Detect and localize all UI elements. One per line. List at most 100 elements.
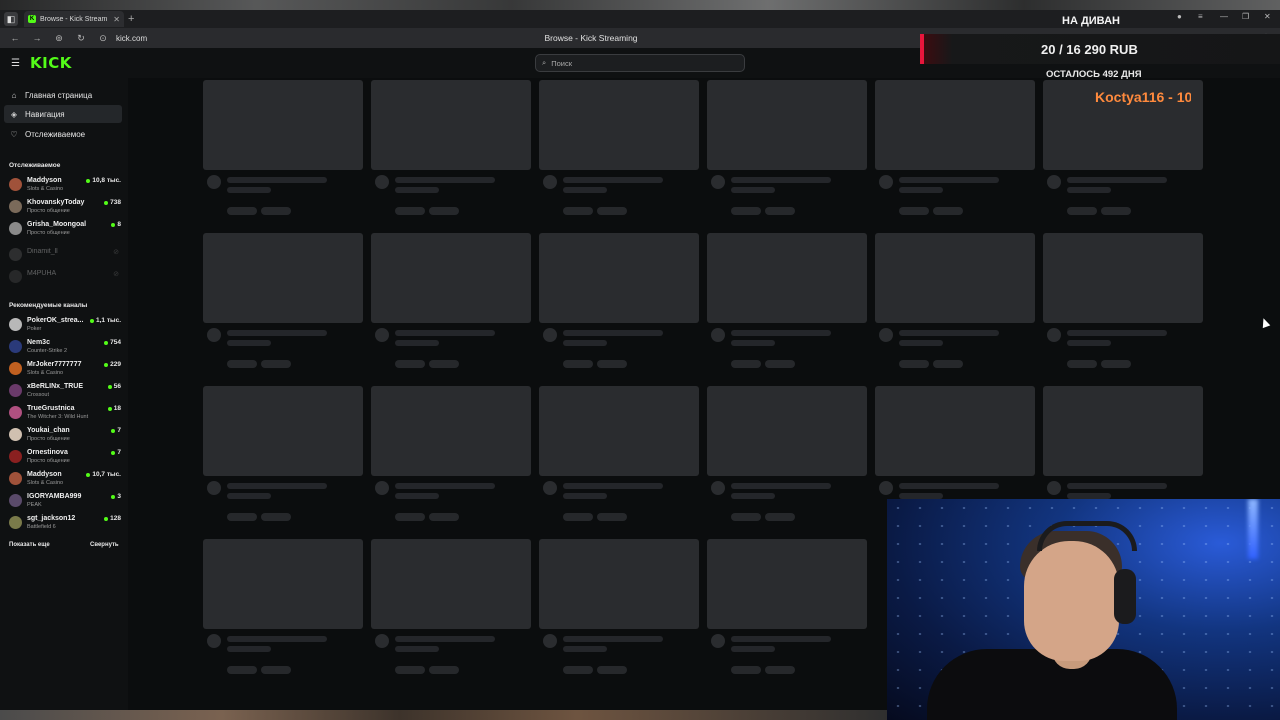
tag-placeholder [731,360,761,368]
avatar-placeholder [207,328,221,342]
avatar [9,222,22,235]
stream-thumbnail-placeholder[interactable] [371,386,531,476]
viewer-count: 10,8 тыс. [86,177,121,184]
kick-logo[interactable]: KICK [30,54,72,72]
recommended-channel[interactable]: IGORYAMBA999 PEAK 3 [9,492,121,514]
recommended-channel[interactable]: PokerOK_strea... Poker 1,1 тыс. [9,316,121,338]
followed-channel-offline[interactable]: Dinamit_ll ⊘ [9,246,121,268]
stream-thumbnail-placeholder[interactable] [1043,386,1203,476]
avatar-placeholder [207,634,221,648]
viewer-count: 7 [111,427,121,434]
channel-name: sgt_jackson12 [27,515,76,522]
tag-placeholder [429,513,459,521]
minimize-icon[interactable]: — [1220,12,1228,21]
nav-item-browse[interactable]: ◈ Навигация [4,105,122,123]
channel-name: Youkai_chan [27,427,70,434]
recommended-heading: Рекомендуемые каналы [9,302,88,309]
recommended-channel[interactable]: Ornestinova Просто общение 7 [9,448,121,470]
followed-channel[interactable]: Maddyson Slots & Casino 10,8 тыс. [9,176,121,198]
window-close-icon[interactable]: ✕ [1264,12,1271,21]
browser-tab[interactable]: K Browse - Kick Stream ✕ [24,11,124,27]
browser-menu-dots-icon[interactable]: ≡ [1198,12,1203,21]
recommended-channel[interactable]: sgt_jackson12 Battlefield 6 128 [9,514,121,536]
kick-favicon-icon: K [28,15,36,23]
live-dot [104,200,109,205]
subtitle-placeholder [899,187,943,193]
recommended-channel[interactable]: Maddyson Slots & Casino 10,7 тыс. [9,470,121,492]
stream-thumbnail-placeholder[interactable] [1043,233,1203,323]
collapse-link[interactable]: Свернуть [90,542,119,548]
streamer-face [1024,541,1119,661]
stream-thumbnail-placeholder[interactable] [203,539,363,629]
viewer-count-value: 1,1 тыс. [96,317,121,324]
avatar [9,406,22,419]
stream-thumbnail-placeholder[interactable] [875,386,1035,476]
stream-thumbnail-placeholder[interactable] [875,80,1035,170]
stream-thumbnail-placeholder[interactable] [707,233,867,323]
stream-thumbnail-placeholder[interactable] [539,386,699,476]
subtitle-placeholder [227,340,271,346]
stream-thumbnail-placeholder[interactable] [371,233,531,323]
avatar-placeholder [711,634,725,648]
followed-channel[interactable]: Grisha_Moongoal Просто общение 8 [9,220,121,242]
avatar-placeholder [711,328,725,342]
channel-category: Battlefield 6 [27,524,56,530]
tag-placeholder [597,207,627,215]
recommended-channel[interactable]: TrueGrustnica The Witcher 3: Wild Hunt 1… [9,404,121,426]
search-input[interactable]: ⌕ Поиск [535,54,745,72]
title-placeholder [731,636,831,642]
viewer-count: 8 [111,221,121,228]
stream-thumbnail-placeholder[interactable] [539,539,699,629]
stream-thumbnail-placeholder[interactable] [707,80,867,170]
channel-name: KhovanskyToday [27,199,85,206]
tag-placeholder [731,666,761,674]
title-placeholder [395,636,495,642]
stream-thumbnail-placeholder[interactable] [707,386,867,476]
show-more-link[interactable]: Показать еще [9,542,50,548]
avatar-placeholder [879,481,893,495]
tag-placeholder [261,360,291,368]
avatar [9,248,22,261]
stream-thumbnail-placeholder[interactable] [539,80,699,170]
followed-channel-offline[interactable]: M4PUHA ⊘ [9,268,121,290]
recommended-channel[interactable]: Youkai_chan Просто общение 7 [9,426,121,448]
live-dot [107,406,112,411]
recommended-channel[interactable]: Nem3c Counter-Strike 2 754 [9,338,121,360]
avatar-placeholder [543,481,557,495]
avatar [9,178,22,191]
viewer-count-value: 7 [117,449,121,456]
browser-menu-icon[interactable]: ◧ [4,12,18,26]
tag-placeholder [597,360,627,368]
stream-thumbnail-placeholder[interactable] [539,233,699,323]
stream-thumbnail-placeholder[interactable] [371,80,531,170]
tag-placeholder [261,207,291,215]
subtitle-placeholder [227,646,271,652]
nav-item-following[interactable]: ♡ Отслеживаемое [4,125,122,143]
profile-icon[interactable]: ● [1177,12,1182,21]
search-icon: ⌕ [542,58,547,67]
stream-thumbnail-placeholder[interactable] [203,233,363,323]
followed-channel[interactable]: KhovanskyToday Просто общение 738 [9,198,121,220]
live-dot [107,384,112,389]
hamburger-menu-icon[interactable]: ☰ [11,58,20,69]
channel-name: Grisha_Moongoal [27,221,87,228]
stream-thumbnail-placeholder[interactable] [875,233,1035,323]
channel-category: Просто общение [27,208,70,214]
tag-placeholder [563,360,593,368]
tab-close-icon[interactable]: ✕ [113,15,120,24]
new-tab-icon[interactable]: + [128,13,134,25]
stream-thumbnail-placeholder[interactable] [203,80,363,170]
stream-thumbnail-placeholder[interactable] [371,539,531,629]
stream-thumbnail-placeholder[interactable] [203,386,363,476]
subtitle-placeholder [563,646,607,652]
channel-category: Просто общение [27,436,70,442]
tag-placeholder [563,513,593,521]
restore-icon[interactable]: ❐ [1242,12,1249,21]
stream-thumbnail-placeholder[interactable] [707,539,867,629]
title-placeholder [227,177,327,183]
title-placeholder [563,177,663,183]
title-placeholder [1067,330,1167,336]
recommended-channel[interactable]: xBeRLINx_TRUE Crossout 56 [9,382,121,404]
nav-item-home[interactable]: ⌂ Главная страница [4,86,122,104]
recommended-channel[interactable]: MrJoker7777777 Slots & Casino 229 [9,360,121,382]
